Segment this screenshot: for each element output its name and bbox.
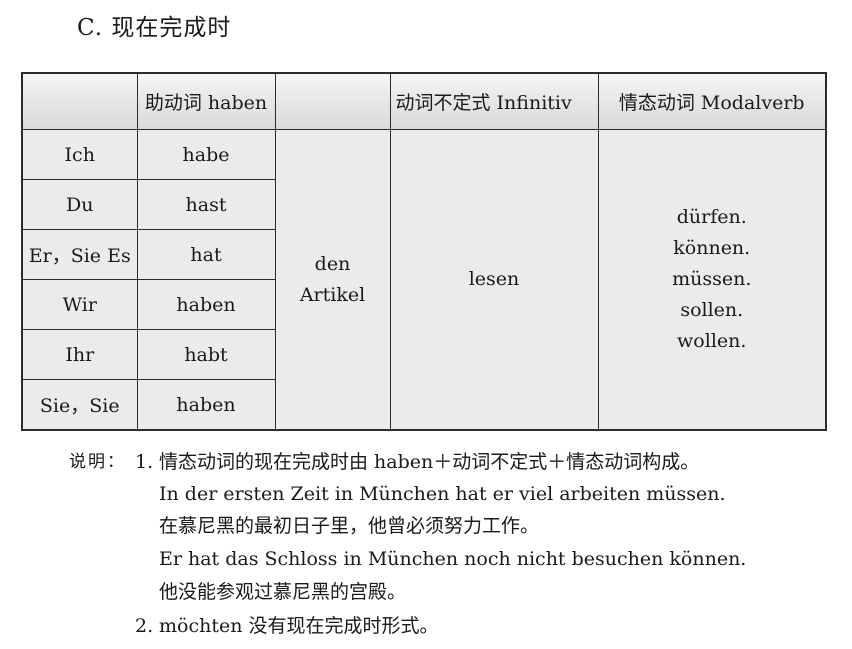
modal-verb-list: dürfen. können. müssen. sollen. wollen. — [599, 202, 825, 357]
example-chinese: 他没能参观过慕尼黑的宫殿。 — [159, 581, 407, 603]
pronoun-cell: Ihr — [21, 329, 138, 380]
table-row: Ich habe den Artikel lesen dürfen. könne… — [21, 129, 827, 431]
modal-verb: sollen. — [680, 299, 744, 321]
header-pronoun — [21, 72, 138, 130]
modal-verbs-cell: dürfen. können. müssen. sollen. wollen. — [597, 129, 827, 431]
haben-cell: haben — [136, 379, 276, 431]
haben-cell: habe — [136, 129, 276, 180]
perfect-tense-table: 助动词 haben 动词不定式 Infinitiv 情态动词 Modalverb… — [21, 72, 827, 431]
infinitive-cell: lesen — [389, 129, 599, 431]
header-haben: 助动词 haben — [136, 72, 276, 130]
header-infinitive: 动词不定式 Infinitiv — [389, 72, 599, 130]
example-german: In der ersten Zeit in München hat er vie… — [159, 483, 726, 505]
note-number: 1. — [135, 451, 154, 473]
object-cell: den Artikel — [274, 129, 391, 431]
conjugation-table: 助动词 haben 动词不定式 Infinitiv 情态动词 Modalverb… — [21, 72, 827, 431]
modal-verb: können. — [673, 237, 751, 259]
modal-verb: wollen. — [677, 330, 747, 352]
example-german: Er hat das Schloss in München noch nicht… — [159, 548, 747, 570]
haben-cell: hat — [136, 229, 276, 280]
example-chinese: 在慕尼黑的最初日子里，他曾必须努力工作。 — [159, 515, 540, 537]
pronoun-cell: Wir — [21, 279, 138, 330]
haben-cell: haben — [136, 279, 276, 330]
modal-verb: dürfen. — [676, 206, 747, 228]
pronoun-cell: Ich — [21, 129, 138, 180]
note-text: 情态动词的现在完成时由 haben＋动词不定式＋情态动词构成。 — [159, 451, 700, 473]
section-title: C. 现在完成时 — [77, 15, 232, 41]
pronoun-cell: Du — [21, 179, 138, 230]
pronoun-cell: Er，Sie Es — [21, 229, 138, 280]
haben-cell: habt — [136, 329, 276, 380]
note-text: möchten 没有现在完成时形式。 — [159, 615, 439, 637]
header-modal: 情态动词 Modalverb — [597, 72, 827, 130]
note-number: 2. — [135, 615, 154, 637]
header-object — [274, 72, 391, 130]
object-line: den — [314, 252, 351, 275]
pronoun-cell: Sie，Sie — [21, 379, 138, 431]
haben-cell: hast — [136, 179, 276, 230]
notes-label: 说明： — [69, 452, 126, 472]
object-line: Artikel — [299, 283, 366, 306]
table-header-row: 助动词 haben 动词不定式 Infinitiv 情态动词 Modalverb — [21, 72, 827, 130]
modal-verb: müssen. — [672, 268, 752, 290]
